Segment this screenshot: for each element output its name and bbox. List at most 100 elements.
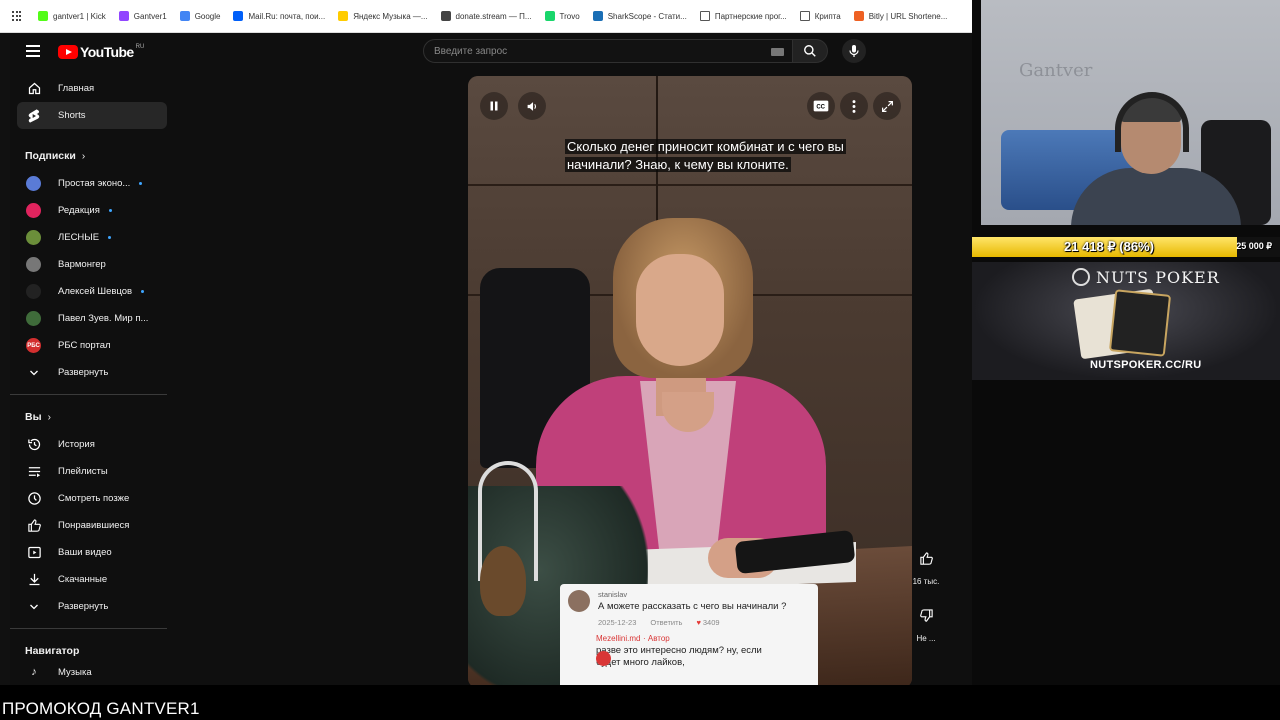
expand-label: Развернуть xyxy=(58,367,109,378)
sidebar-item-downloads[interactable]: Скачанные xyxy=(10,566,167,593)
sidebar-item-subscription[interactable]: Редакция xyxy=(10,197,167,224)
microphone-icon xyxy=(849,45,859,57)
donation-goal-text: 21 418 ₽ (86%) xyxy=(1064,239,1154,254)
chevron-down-icon xyxy=(26,365,42,381)
thumbs-up-icon xyxy=(919,551,933,565)
menu-icon[interactable] xyxy=(26,45,40,57)
webcam-feed: Gantver xyxy=(981,0,1280,225)
donation-goal-bar: 21 418 ₽ (86%) 25 000 ₽ xyxy=(972,237,1280,257)
youtube-logo[interactable]: YouTube RU xyxy=(58,44,144,60)
youtube-header: YouTube RU Введите запрос xyxy=(10,33,972,71)
sidebar-item-home[interactable]: Главная xyxy=(10,75,167,102)
search-placeholder: Введите запрос xyxy=(434,46,508,57)
navigator-title-label: Навигатор xyxy=(25,645,80,657)
captions-icon: CC xyxy=(813,100,829,112)
sidebar-item-label: Музыка xyxy=(58,666,92,678)
bookmark-item[interactable]: Gantver1 xyxy=(118,11,167,21)
sidebar-item-label: Алексей Шевцов xyxy=(58,286,133,297)
captions-button[interactable]: CC xyxy=(807,92,835,120)
search-button[interactable] xyxy=(793,39,828,63)
sidebar-item-liked[interactable]: Понравившиеся xyxy=(10,512,167,539)
bookmark-item[interactable]: Trovo xyxy=(544,11,580,21)
bookmark-item[interactable]: Mail.Ru: почта, пои... xyxy=(233,11,325,21)
search-input[interactable]: Введите запрос xyxy=(423,39,793,63)
sidebar-item-subscription[interactable]: Алексей Шевцов xyxy=(10,278,167,305)
bookmark-item[interactable]: Крипта xyxy=(799,11,841,21)
sidebar-item-watch-later[interactable]: Смотреть позже xyxy=(10,485,167,512)
comment-author-name: Mezellini.md xyxy=(596,634,641,643)
bookmark-label: Trovo xyxy=(559,11,580,21)
sidebar-item-playlists[interactable]: Плейлисты xyxy=(10,458,167,485)
svg-text:CC: CC xyxy=(816,105,825,111)
search-icon xyxy=(804,45,816,57)
poker-chip-icon xyxy=(1072,268,1090,286)
sidebar-item-subscription[interactable]: Вармонгер xyxy=(10,251,167,278)
sidebar-item-subscription[interactable]: ЛЕСНЫЕ xyxy=(10,224,167,251)
you-expand-button[interactable]: Развернуть xyxy=(10,593,167,620)
bookmark-item[interactable]: SharkScope - Стати... xyxy=(592,11,687,21)
like-count: 16 тыс. xyxy=(912,577,940,586)
sidebar-item-subscription[interactable]: РБС РБС портал xyxy=(10,332,167,359)
sidebar-item-label: Скачанные xyxy=(58,574,108,585)
volume-button[interactable] xyxy=(518,92,546,120)
promo-code-text: ПРОМОКОД GANTVER1 xyxy=(2,699,200,718)
bookmark-item[interactable]: Партнерские прог... xyxy=(699,11,787,21)
like-icon xyxy=(26,518,42,534)
pause-button[interactable] xyxy=(480,92,508,120)
dislike-button[interactable] xyxy=(911,600,941,630)
bookmarks-bar: gantver1 | Kick Gantver1 Google Mail.Ru: по… xyxy=(0,0,972,33)
video-subtitle-text: Сколько денег приносит комбинат и с чего… xyxy=(565,139,846,172)
bookmark-label: Яндекс Музыка —... xyxy=(353,11,428,21)
bookmark-item[interactable]: gantver1 | Kick xyxy=(38,11,106,21)
sidebar-item-shorts[interactable]: Shorts xyxy=(17,102,167,129)
sidebar-item-subscription[interactable]: Павел Зуев. Мир п... xyxy=(10,305,167,332)
bookmark-item[interactable]: donate.stream — П... xyxy=(440,11,532,21)
navigator-title: Навигатор xyxy=(10,637,167,665)
avatar xyxy=(26,176,41,191)
sidebar-item-music[interactable]: ♪ Музыка xyxy=(10,665,167,679)
voice-search-button[interactable] xyxy=(842,39,866,63)
favicon-icon xyxy=(544,11,555,21)
sidebar-item-label: Плейлисты xyxy=(58,466,108,477)
bookmark-label: Bitly | URL Shortene... xyxy=(868,11,948,21)
bookmark-item[interactable]: Google xyxy=(179,11,220,21)
music-icon: ♪ xyxy=(31,666,37,678)
chevron-right-icon: › xyxy=(81,150,86,162)
apps-grid-icon[interactable] xyxy=(12,11,22,21)
keyboard-icon[interactable] xyxy=(771,48,784,56)
avatar xyxy=(26,257,41,272)
sidebar-item-label: Вармонгер xyxy=(58,259,106,270)
like-button[interactable] xyxy=(911,543,941,573)
sidebar-item-label: Редакция xyxy=(58,205,100,216)
fullscreen-button[interactable] xyxy=(873,92,901,120)
sidebar-item-subscription[interactable]: Простая эконо... xyxy=(10,170,167,197)
more-options-button[interactable] xyxy=(840,92,868,120)
sidebar-item-label: Простая эконо... xyxy=(58,178,131,189)
video-comment-card: stanislav А можете рассказать с чего вы … xyxy=(560,584,818,685)
sponsor-banner: NUTS POKER NUTSPOKER.CC/RU xyxy=(972,262,1280,380)
comment-reply-label: Ответить xyxy=(650,618,683,627)
volume-icon xyxy=(527,101,536,111)
new-content-dot xyxy=(139,182,143,185)
you-title[interactable]: Вы › xyxy=(10,403,167,431)
folder-icon xyxy=(799,11,810,21)
favicon-icon xyxy=(338,11,349,21)
bookmark-label: SharkScope - Стати... xyxy=(607,11,687,21)
comment-author-text: разве это интересно людям? ну, если буде… xyxy=(596,645,762,668)
bookmark-item[interactable]: Bitly | URL Shortene... xyxy=(853,11,948,21)
sidebar-item-label: Главная xyxy=(58,83,95,94)
new-content-dot xyxy=(108,236,112,239)
subscriptions-title[interactable]: Подписки › xyxy=(10,142,167,170)
bookmark-item[interactable]: Яндекс Музыка —... xyxy=(338,11,428,21)
shorts-player[interactable]: CC Сколько денег приносит комбинат и с ч… xyxy=(468,76,912,685)
subscriptions-expand-button[interactable]: Развернуть xyxy=(10,359,167,386)
youtube-play-icon xyxy=(58,45,78,59)
sidebar-divider xyxy=(10,135,167,136)
avatar xyxy=(26,230,41,245)
your-videos-icon xyxy=(26,545,42,561)
pause-icon xyxy=(490,101,498,111)
chevron-right-icon: › xyxy=(47,411,51,423)
sidebar-item-history[interactable]: История xyxy=(10,431,167,458)
logo-text: YouTube xyxy=(80,44,134,60)
sidebar-item-your-videos[interactable]: Ваши видео xyxy=(10,539,167,566)
